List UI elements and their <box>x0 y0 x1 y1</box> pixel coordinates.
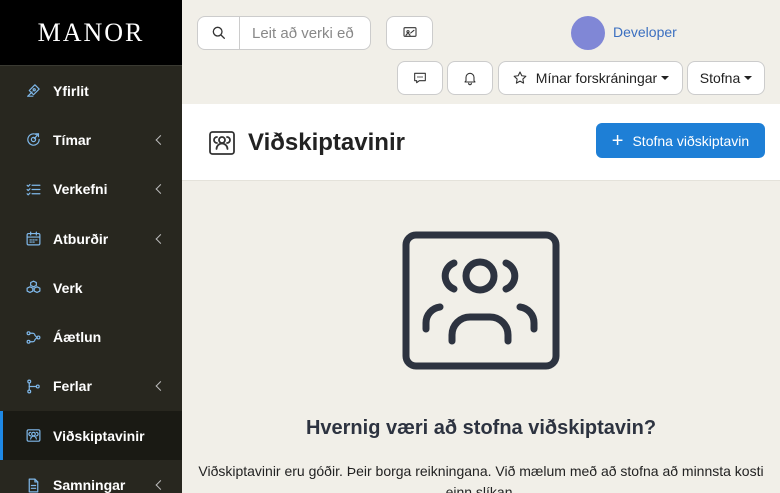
chevron-left-icon[interactable] <box>155 480 166 490</box>
sidebar-item-label: Yfirlit <box>53 82 89 99</box>
sidebar-item-timar[interactable]: Tímar <box>0 115 182 164</box>
favorites-dropdown[interactable]: Mínar forskráningar <box>498 61 683 95</box>
sidebar-item-label: Verk <box>53 279 83 296</box>
sidebar-item-atburdir[interactable]: Atburðir <box>0 214 182 263</box>
plus-icon: + <box>611 129 624 152</box>
search-icon[interactable] <box>198 17 240 49</box>
sidebar-item-label: Ferlar <box>53 378 92 395</box>
create-dropdown[interactable]: Stofna <box>687 61 765 95</box>
sidebar-item-label: Viðskiptavinir <box>53 427 145 444</box>
users-frame-icon <box>24 427 42 445</box>
presentation-icon <box>402 27 417 37</box>
checklist-icon <box>24 180 42 198</box>
create-label: Stofna <box>699 70 741 86</box>
screen-share-button[interactable] <box>386 16 433 50</box>
bell-icon <box>464 72 476 86</box>
flow-icon <box>24 328 42 346</box>
star-icon <box>513 71 527 84</box>
caret-down-icon <box>744 76 753 80</box>
sidebar-item-label: Samningar <box>53 477 126 493</box>
pen-tool-icon <box>24 82 42 100</box>
chevron-left-icon[interactable] <box>155 184 166 195</box>
favorites-label: Mínar forskráningar <box>535 70 658 86</box>
chevron-left-icon[interactable] <box>155 134 166 145</box>
sidebar-item-verkefni[interactable]: Verkefni <box>0 165 182 214</box>
page-title: Viðskiptavinir <box>248 129 405 156</box>
sidebar-item-samningar[interactable]: Samningar <box>0 460 182 493</box>
empty-state-text: Viðskiptavinir eru góðir. Þeir borga rei… <box>198 463 764 493</box>
sidebar-item-label: Áætlun <box>53 329 102 346</box>
create-customer-button[interactable]: + Stofna viðskiptavin <box>596 123 765 158</box>
calendar-icon <box>24 230 42 248</box>
users-frame-icon <box>209 131 235 155</box>
cubes-icon <box>24 279 42 297</box>
sidebar-item-yfirlit[interactable]: Yfirlit <box>0 66 182 115</box>
user-name[interactable]: Developer <box>613 24 677 40</box>
messages-button[interactable] <box>397 61 443 95</box>
caret-down-icon <box>661 76 670 80</box>
sidebar: MANOR Yfirlit Tímar Verkefni Atburðir Ve… <box>0 0 182 493</box>
sidebar-item-label: Tímar <box>53 131 92 148</box>
sidebar-item-vidskiptavinir[interactable]: Viðskiptavinir <box>0 411 182 461</box>
chevron-left-icon[interactable] <box>155 381 166 392</box>
brand-logo[interactable]: MANOR <box>0 0 182 66</box>
sidebar-item-label: Atburðir <box>53 230 109 247</box>
clock-arrow-icon <box>24 131 42 149</box>
document-icon <box>24 476 42 493</box>
message-icon <box>414 72 426 84</box>
notifications-button[interactable] <box>447 61 493 95</box>
sidebar-item-aaetlun[interactable]: Áætlun <box>0 312 182 361</box>
search-box <box>197 16 371 50</box>
sidebar-item-label: Verkefni <box>53 181 108 198</box>
empty-state-heading: Hvernig væri að stofna viðskiptavin? <box>305 417 657 439</box>
avatar[interactable] <box>571 16 605 50</box>
topbar: Developer Mínar forskráningar Stofna <box>182 0 780 104</box>
users-frame-icon <box>402 231 560 370</box>
create-customer-label: Stofna viðskiptavin <box>632 132 750 149</box>
sidebar-item-verk[interactable]: Verk <box>0 263 182 312</box>
page-header: Viðskiptavinir + Stofna viðskiptavin <box>182 104 780 181</box>
chevron-left-icon[interactable] <box>155 233 166 244</box>
branch-icon <box>24 377 42 395</box>
search-input[interactable] <box>240 17 370 49</box>
sidebar-item-ferlar[interactable]: Ferlar <box>0 362 182 411</box>
